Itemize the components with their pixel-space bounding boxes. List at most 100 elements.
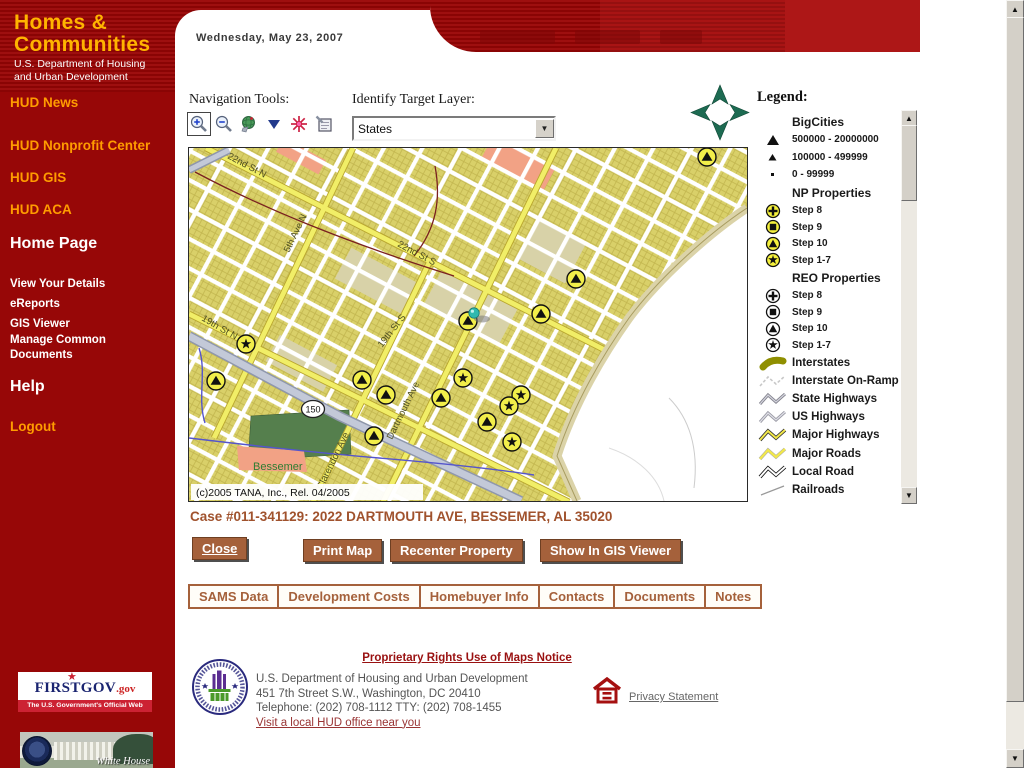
notes-pad-icon[interactable]	[313, 113, 335, 135]
detail-tabs: SAMS Data Development Costs Homebuyer In…	[188, 584, 762, 609]
legend-scroll-thumb[interactable]	[901, 125, 917, 201]
legend-scroll-down-icon[interactable]: ▼	[901, 487, 917, 504]
sidebar-item-hud-nonprofit-center[interactable]: HUD Nonprofit Center	[10, 138, 150, 153]
legend-row: Step 1-7	[753, 252, 901, 269]
whitehouse-image[interactable]: White House	[20, 732, 153, 768]
bigcity-triangle-large-icon	[753, 134, 792, 146]
zoom-out-icon[interactable]	[213, 113, 235, 135]
major-highway-line-icon	[753, 427, 792, 443]
close-button[interactable]: Close	[192, 537, 247, 560]
onramp-line-icon	[753, 373, 792, 389]
tab-sams-data[interactable]: SAMS Data	[190, 586, 279, 607]
zoom-in-icon[interactable]	[188, 113, 210, 135]
sidebar-item-view-your-details[interactable]: View Your Details	[10, 277, 135, 292]
legend-row: Step 9	[753, 219, 901, 236]
current-date: Wednesday, May 23, 2007	[196, 32, 343, 44]
map-viewport[interactable]: 22nd St N 5th Ave N 19th St N 22nd St S …	[188, 147, 748, 502]
sidebar-item-hud-aca[interactable]: HUD ACA	[10, 202, 72, 217]
legend-row: Step 9	[753, 304, 901, 321]
np-circle-star-icon	[753, 252, 792, 268]
identify-starburst-icon[interactable]	[288, 113, 310, 135]
footer-address: U.S. Department of Housing and Urban Dev…	[256, 672, 528, 730]
sidebar-item-home-page[interactable]: Home Page	[10, 235, 97, 253]
sidebar-item-help[interactable]: Help	[10, 378, 45, 396]
tab-documents[interactable]: Documents	[615, 586, 706, 607]
legend-row: REO Properties	[753, 269, 901, 288]
tab-contacts[interactable]: Contacts	[540, 586, 616, 607]
top-banner	[430, 0, 920, 52]
dropdown-arrow-icon[interactable]: ▼	[535, 119, 554, 138]
firstgov-logo[interactable]: ★ FIRSTGOV.gov The U.S. Government's Off…	[18, 672, 152, 712]
firstgov-tagline: The U.S. Government's Official Web Porta…	[18, 700, 152, 712]
identify-target-layer-label: Identify Target Layer:	[352, 92, 475, 108]
sidebar-item-hud-gis[interactable]: HUD GIS	[10, 170, 66, 185]
sidebar-item-ereports[interactable]: eReports	[10, 297, 135, 312]
whitehouse-label: White House	[96, 756, 150, 767]
recenter-property-button[interactable]: Recenter Property	[390, 539, 523, 562]
show-in-gis-viewer-button[interactable]: Show In GIS Viewer	[540, 539, 681, 562]
bigcity-triangle-small-icon	[753, 153, 792, 161]
legend-row: Local Road	[753, 463, 901, 481]
page-scroll-down-icon[interactable]: ▼	[1006, 749, 1024, 768]
interstate-line-icon	[753, 355, 792, 371]
np-circle-square-icon	[753, 219, 792, 235]
logo-dept1: U.S. Department of Housing	[14, 58, 150, 71]
logo-line1: Homes &	[14, 12, 150, 33]
railroad-line-icon	[753, 482, 792, 498]
presidential-seal-icon	[22, 736, 52, 766]
bigcity-dot-icon	[753, 172, 792, 177]
local-hud-office-link[interactable]: Visit a local HUD office near you	[256, 716, 528, 731]
logo-line2: Communities	[14, 34, 150, 55]
legend-row: Step 8	[753, 203, 901, 220]
route-150-shield: 150	[302, 401, 325, 418]
equal-housing-icon	[592, 677, 622, 705]
legend-row: Step 8	[753, 288, 901, 305]
privacy-statement-link[interactable]: Privacy Statement	[629, 691, 718, 703]
target-layer-select[interactable]: States ▼	[352, 116, 556, 141]
legend-row: US Highways	[753, 408, 901, 426]
target-layer-selected-value: States	[354, 122, 535, 136]
case-title: Case #011-341129: 2022 DARTMOUTH AVE, BE…	[190, 509, 612, 524]
banner-link-placeholder	[480, 30, 555, 44]
page-scroll-thumb[interactable]	[1006, 17, 1024, 702]
legend-panel: BigCities 500000 - 20000000 100000 - 499…	[753, 112, 901, 499]
legend-title: Legend:	[757, 89, 808, 106]
proprietary-rights-link[interactable]: Proprietary Rights Use of Maps Notice	[362, 652, 572, 664]
tab-development-costs[interactable]: Development Costs	[279, 586, 420, 607]
reo-circle-square-icon	[753, 304, 792, 320]
legend-row: 100000 - 499999	[753, 149, 901, 167]
sidebar-item-hud-news[interactable]: HUD News	[10, 95, 78, 110]
legend-scrollbar[interactable]: ▲ ▼	[901, 110, 917, 504]
navigation-tools-label: Navigation Tools:	[189, 92, 289, 108]
np-circle-plus-icon	[753, 203, 792, 219]
hud-seal-icon	[191, 658, 249, 716]
select-arrow-icon[interactable]	[263, 113, 285, 135]
legend-row: 500000 - 20000000	[753, 131, 901, 149]
legend-row: Major Roads	[753, 444, 901, 462]
hud-logo[interactable]: Homes & Communities U.S. Department of H…	[14, 12, 150, 84]
sidebar-item-gis-viewer[interactable]: GIS Viewer	[10, 317, 135, 332]
map-attribution: (c)2005 TANA, Inc., Rel. 04/2005	[191, 484, 423, 500]
legend-row: Step 10	[753, 236, 901, 253]
compass-rose[interactable]	[688, 84, 752, 142]
legend-row: Railroads	[753, 481, 901, 499]
sidebar: Homes & Communities U.S. Department of H…	[0, 0, 175, 768]
reo-circle-triangle-icon	[753, 321, 792, 337]
pan-globe-icon[interactable]	[238, 113, 260, 135]
banner-link-placeholder	[575, 30, 640, 44]
banner-solid-segment	[785, 0, 920, 52]
firstgov-wordmark: FIRSTGOV.gov	[18, 679, 152, 697]
page-scrollbar[interactable]: ▲ ▼	[1006, 0, 1024, 768]
legend-row: Interstates	[753, 354, 901, 372]
print-map-button[interactable]: Print Map	[303, 539, 382, 562]
svg-text:150: 150	[305, 405, 320, 415]
address-line: U.S. Department of Housing and Urban Dev…	[256, 672, 528, 687]
tab-notes[interactable]: Notes	[706, 586, 760, 607]
tab-homebuyer-info[interactable]: Homebuyer Info	[421, 586, 540, 607]
sidebar-item-manage-common-documents[interactable]: Manage Common Documents	[10, 333, 122, 363]
legend-row: NP Properties	[753, 184, 901, 203]
city-label: Bessemer	[253, 461, 303, 473]
sidebar-item-logout[interactable]: Logout	[10, 419, 56, 434]
us-highway-line-icon	[753, 409, 792, 425]
legend-row: State Highways	[753, 390, 901, 408]
